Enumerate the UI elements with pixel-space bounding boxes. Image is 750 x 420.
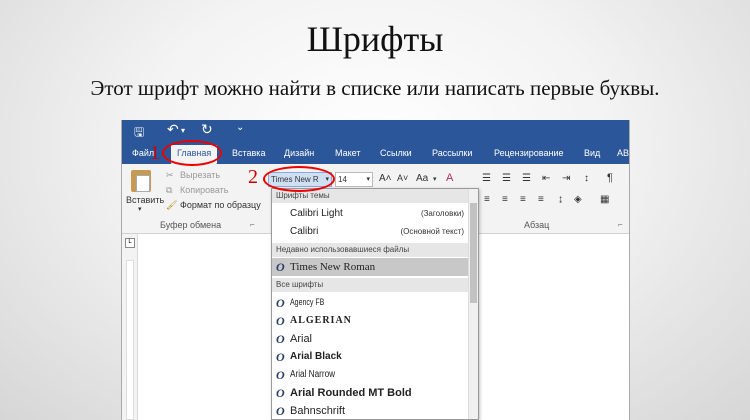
font-option-tag: (Заголовки) (420, 209, 464, 218)
redo-icon[interactable]: ↻ (201, 121, 213, 138)
tab-layout[interactable]: Макет (335, 148, 360, 158)
copy-icon: ⧉ (166, 185, 173, 195)
font-option-arial-rounded[interactable]: O Arial Rounded MT Bold (272, 384, 468, 402)
opentype-font-icon: O (276, 314, 285, 328)
annotation-oval-font-box (263, 166, 335, 192)
opentype-font-icon: O (276, 404, 285, 418)
font-option-name: Arial Narrow (290, 369, 336, 380)
opentype-font-icon: O (276, 296, 285, 310)
font-option-calibri[interactable]: Calibri (Основной текст) (272, 223, 468, 241)
paste-icon[interactable] (131, 170, 151, 192)
clipboard-launcher-icon[interactable]: ⌐ (250, 220, 255, 229)
justify-icon[interactable]: ≡ (538, 194, 544, 205)
tab-more[interactable]: AB (617, 148, 629, 158)
multilevel-list-icon[interactable]: ☰ (522, 173, 531, 184)
undo-icon[interactable]: ↶ (167, 121, 179, 138)
font-option-name: Times New Roman (290, 261, 376, 273)
tab-review[interactable]: Рецензирование (494, 148, 564, 158)
font-option-name: Bahnschrift (290, 405, 346, 417)
font-option-bahnschrift[interactable]: O Bahnschrift (272, 402, 468, 419)
opentype-font-icon: O (276, 332, 285, 346)
change-case-dropdown-icon[interactable]: ▾ (433, 175, 437, 183)
tab-references[interactable]: Ссылки (380, 148, 412, 158)
font-option-name: Arial (290, 333, 313, 345)
format-painter-button[interactable]: Формат по образцу (180, 200, 261, 210)
tab-view[interactable]: Вид (584, 148, 600, 158)
tab-insert[interactable]: Вставка (232, 148, 265, 158)
font-option-arial[interactable]: O Arial (272, 330, 468, 348)
font-option-algerian[interactable]: O ALGERIAN (272, 312, 468, 330)
opentype-font-icon: O (276, 260, 285, 274)
font-option-name: Agency FB (290, 297, 325, 307)
save-icon[interactable]: 🖫 (134, 123, 144, 144)
font-size-input[interactable]: 14 ▾ (335, 172, 373, 187)
font-option-name: Calibri (290, 226, 319, 237)
slide-subtitle: Этот шрифт можно найти в списке или напи… (90, 76, 660, 100)
paste-dropdown-icon[interactable]: ▾ (138, 205, 142, 213)
shading-icon[interactable]: ◈ (574, 194, 582, 205)
borders-icon[interactable]: ▦ (600, 194, 609, 205)
opentype-font-icon: O (276, 386, 285, 400)
font-option-name: Arial Rounded MT Bold (290, 387, 412, 399)
font-size-dropdown-icon[interactable]: ▾ (366, 175, 370, 183)
paragraph-launcher-icon[interactable]: ⌐ (618, 220, 623, 229)
align-center-icon[interactable]: ≡ (502, 194, 508, 205)
recent-fonts-header: Недавно использовавшиеся файлы (272, 243, 468, 257)
scrollbar-thumb[interactable] (470, 203, 477, 303)
tab-mailings[interactable]: Рассылки (432, 148, 472, 158)
cut-icon: ✂ (166, 170, 174, 180)
annotation-oval-home-tab (162, 140, 222, 166)
align-right-icon[interactable]: ≡ (520, 194, 526, 205)
grow-font-button[interactable]: A˄ (379, 173, 392, 184)
show-formatting-button[interactable]: ¶ (607, 172, 613, 184)
ruler-strip (126, 260, 134, 420)
font-option-name: Arial Black (290, 351, 342, 362)
clear-formatting-button[interactable]: A (446, 172, 453, 184)
quick-access-toolbar: 🖫 ↶ ▾ ↻ ⌄ (122, 120, 629, 144)
opentype-font-icon: O (276, 368, 285, 382)
font-option-name: Calibri Light (290, 208, 343, 219)
slide-title: Шрифты (306, 19, 444, 59)
font-dropdown-list: Шрифты темы Calibri Light (Заголовки) Ca… (271, 188, 479, 420)
font-list-scrollbar[interactable] (468, 189, 478, 419)
align-left-icon[interactable]: ≡ (484, 194, 490, 205)
annotation-step-1: 1 (150, 142, 160, 164)
increase-indent-icon[interactable]: ⇥ (562, 173, 570, 184)
all-fonts-header: Все шрифты (272, 278, 468, 292)
font-option-name: ALGERIAN (290, 315, 352, 326)
change-case-button[interactable]: Aa (416, 173, 428, 184)
bullets-icon[interactable]: ☰ (482, 173, 491, 184)
vertical-ruler: L (122, 234, 138, 420)
font-option-times-new-roman[interactable]: O Times New Roman (272, 258, 468, 276)
clipboard-group-label: Буфер обмена (160, 220, 222, 230)
tab-design[interactable]: Дизайн (284, 148, 314, 158)
decrease-indent-icon[interactable]: ⇤ (542, 173, 550, 184)
tab-selector[interactable]: L (125, 238, 135, 248)
font-size-value: 14 (338, 175, 347, 184)
annotation-step-2: 2 (248, 166, 258, 188)
opentype-font-icon: O (276, 350, 285, 364)
font-option-tag: (Основной текст) (400, 227, 464, 236)
font-option-calibri-light[interactable]: Calibri Light (Заголовки) (272, 205, 468, 223)
shrink-font-button[interactable]: A˅ (397, 173, 408, 183)
sort-icon[interactable]: ↕ (584, 173, 589, 184)
numbering-icon[interactable]: ☰ (502, 173, 511, 184)
copy-button[interactable]: Копировать (180, 185, 228, 195)
font-option-arial-black[interactable]: O Arial Black (272, 348, 468, 366)
font-option-agency-fb[interactable]: O Agency FB (272, 294, 468, 312)
cut-button[interactable]: Вырезать (180, 170, 220, 180)
paragraph-group-label: Абзац (524, 220, 550, 230)
paste-button[interactable]: Вставить (126, 195, 164, 205)
line-spacing-icon[interactable]: ↨ (558, 194, 563, 205)
undo-dropdown-icon[interactable]: ▾ (181, 126, 185, 135)
customize-qat-icon[interactable]: ⌄ (236, 122, 244, 133)
format-painter-icon: 🖌 (166, 200, 178, 210)
font-option-arial-narrow[interactable]: O Arial Narrow (272, 366, 468, 384)
